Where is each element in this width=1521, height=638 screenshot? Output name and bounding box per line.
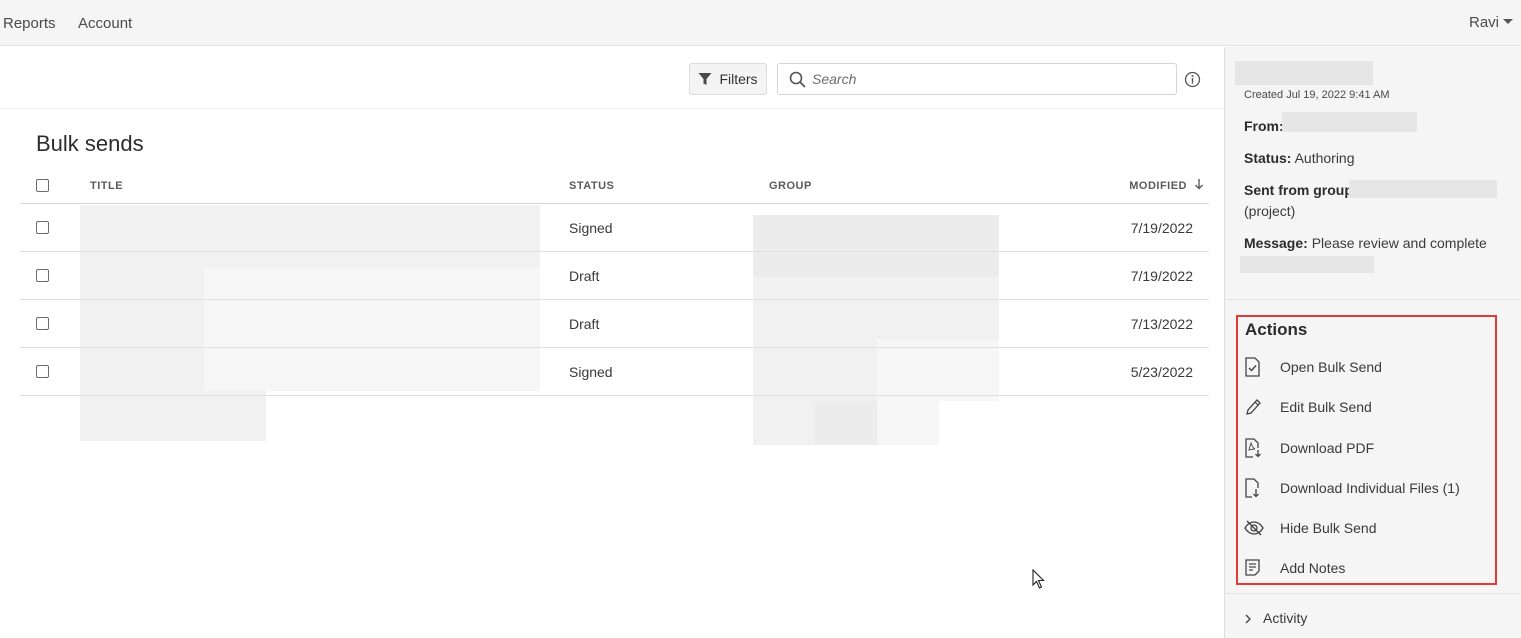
download-pdf-action[interactable]: Download PDF <box>1244 435 1489 461</box>
filters-button[interactable]: Filters <box>689 63 767 95</box>
redacted-message <box>1240 256 1374 273</box>
divider <box>1225 299 1521 300</box>
search-input[interactable] <box>812 69 1162 89</box>
message-field: Message: Please review and complete <box>1244 235 1487 251</box>
group-suffix: (project) <box>1244 203 1296 219</box>
row-status: Signed <box>569 220 613 236</box>
notes-icon <box>1245 559 1260 576</box>
toolbar: Filters <box>0 47 1224 109</box>
row-checkbox[interactable] <box>36 317 49 330</box>
redacted-from <box>1282 112 1417 132</box>
sort-descending-icon[interactable] <box>1193 178 1205 190</box>
details-panel: Created Jul 19, 2022 9:41 AM From: Statu… <box>1224 47 1521 638</box>
hide-bulk-send-action[interactable]: Hide Bulk Send <box>1244 515 1489 541</box>
redacted-title-5 <box>80 391 266 441</box>
created-date: Created Jul 19, 2022 9:41 AM <box>1244 89 1390 101</box>
column-modified[interactable]: MODIFIED <box>1129 180 1187 192</box>
nav-reports[interactable]: Reports <box>3 15 56 32</box>
redacted-name <box>1235 61 1373 85</box>
status-label: Status: <box>1244 150 1292 166</box>
document-check-icon <box>1245 357 1260 377</box>
status-field: Status: Authoring <box>1244 150 1355 166</box>
message-value: Please review and complete <box>1311 235 1487 251</box>
user-name: Ravi <box>1468 14 1499 31</box>
open-bulk-send-action[interactable]: Open Bulk Send <box>1244 354 1489 380</box>
info-icon[interactable] <box>1184 71 1201 88</box>
nav-account[interactable]: Account <box>78 15 132 32</box>
action-label: Add Notes <box>1280 560 1346 576</box>
row-checkbox[interactable] <box>36 269 49 282</box>
search-icon <box>789 71 806 88</box>
row-modified: 7/19/2022 <box>1130 268 1193 284</box>
row-modified: 7/19/2022 <box>1130 220 1193 236</box>
table-row[interactable]: Signed 5/23/2022 <box>20 348 1209 396</box>
filter-icon <box>698 73 712 85</box>
table-header: TITLE STATUS GROUP MODIFIED <box>20 165 1209 204</box>
action-label: Open Bulk Send <box>1280 359 1382 375</box>
table-row[interactable]: Draft 7/13/2022 <box>20 300 1209 348</box>
actions-highlight-box: Actions Open Bulk Send Edit Bulk Send Do… <box>1236 315 1497 585</box>
table-row[interactable]: Draft 7/19/2022 <box>20 252 1209 300</box>
redacted-group-6 <box>753 401 815 445</box>
main-panel: Filters Bulk sends TITLE STATUS GROUP MO… <box>0 47 1224 638</box>
redacted-group-7 <box>877 401 939 445</box>
divider <box>1225 593 1521 594</box>
from-label: From: <box>1244 118 1284 134</box>
action-label: Edit Bulk Send <box>1280 399 1372 415</box>
caret-down-icon <box>1503 18 1513 24</box>
bulk-sends-table: TITLE STATUS GROUP MODIFIED Signed 7/19/… <box>20 165 1209 445</box>
actions-title: Actions <box>1245 320 1308 339</box>
column-group[interactable]: GROUP <box>769 180 812 192</box>
filters-label: Filters <box>719 71 758 87</box>
row-checkbox[interactable] <box>36 221 49 234</box>
group-label: Sent from group: <box>1244 182 1358 198</box>
activity-label: Activity <box>1263 610 1308 626</box>
row-status: Signed <box>569 364 613 380</box>
mouse-cursor-icon <box>1032 569 1045 589</box>
from-field: From: <box>1244 118 1284 134</box>
pdf-download-icon <box>1245 438 1261 458</box>
group-field: Sent from group: <box>1244 182 1358 198</box>
row-status: Draft <box>569 316 600 332</box>
status-value: Authoring <box>1294 150 1355 166</box>
pencil-icon <box>1246 399 1261 415</box>
redacted-group <box>1349 180 1497 198</box>
select-all-checkbox[interactable] <box>36 179 49 192</box>
action-label: Download Individual Files (1) <box>1280 480 1460 496</box>
chevron-right-icon <box>1245 614 1251 624</box>
table-row[interactable]: Signed 7/19/2022 <box>20 204 1209 252</box>
user-menu[interactable]: Ravi <box>1469 14 1513 31</box>
column-status[interactable]: STATUS <box>569 180 614 192</box>
search-box[interactable] <box>777 63 1177 95</box>
column-title[interactable]: TITLE <box>90 180 123 192</box>
file-download-icon <box>1245 478 1259 498</box>
action-label: Download PDF <box>1280 440 1375 456</box>
action-label: Hide Bulk Send <box>1280 520 1377 536</box>
row-modified: 7/13/2022 <box>1130 316 1193 332</box>
message-label: Message: <box>1244 235 1308 251</box>
top-nav-bar: Reports Account Ravi <box>0 0 1521 46</box>
page-title: Bulk sends <box>36 131 144 156</box>
row-modified: 5/23/2022 <box>1130 364 1193 380</box>
edit-bulk-send-action[interactable]: Edit Bulk Send <box>1244 394 1489 420</box>
download-individual-files-action[interactable]: Download Individual Files (1) <box>1244 475 1489 501</box>
add-notes-action[interactable]: Add Notes <box>1244 555 1489 581</box>
eye-off-icon <box>1244 520 1264 536</box>
row-checkbox[interactable] <box>36 365 49 378</box>
row-status: Draft <box>569 268 600 284</box>
redacted-group-5 <box>815 401 877 445</box>
